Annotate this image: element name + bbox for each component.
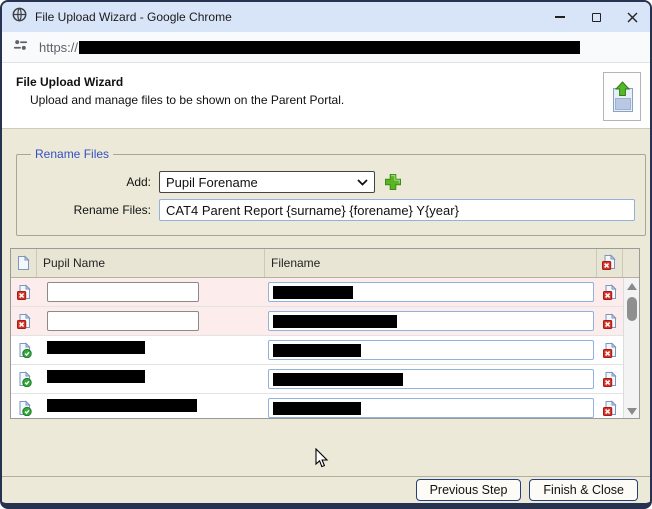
document-icon: [16, 255, 31, 271]
rename-files-legend: Rename Files: [31, 147, 113, 161]
url-protocol: https://: [39, 40, 78, 55]
pupil-name-redacted: [37, 341, 265, 359]
minimize-button[interactable]: [542, 2, 578, 32]
redaction-bar: [273, 373, 403, 386]
rename-files-label: Rename Files:: [27, 203, 159, 217]
remove-all-files-button[interactable]: [597, 249, 623, 277]
previous-step-button[interactable]: Previous Step: [416, 479, 522, 501]
plus-icon: [384, 173, 402, 191]
file-valid-icon: [11, 400, 37, 416]
title-bar: File Upload Wizard - Google Chrome: [2, 2, 650, 32]
pupil-name-redacted: [37, 370, 265, 388]
redaction-bar: [47, 341, 145, 354]
table-row: [11, 278, 639, 307]
address-bar[interactable]: https://: [2, 32, 650, 63]
url-redaction-bar: [79, 41, 580, 54]
scroll-down-arrow-icon[interactable]: [627, 408, 637, 415]
file-invalid-icon: [11, 284, 37, 300]
redaction-bar: [273, 286, 353, 299]
filename-cell: [265, 369, 597, 389]
remove-file-button[interactable]: [597, 313, 623, 329]
filename-input[interactable]: [268, 282, 594, 302]
filename-cell: [265, 340, 597, 360]
page-title: File Upload Wizard: [16, 75, 650, 89]
redaction-bar: [273, 344, 361, 357]
table-row: [11, 394, 639, 419]
finish-close-button[interactable]: Finish & Close: [529, 479, 638, 501]
browser-popup-window: File Upload Wizard - Google Chrome https…: [0, 0, 652, 509]
maximize-button[interactable]: [578, 2, 614, 32]
rename-files-panel: Rename Files Add: Pupil Forename Rename …: [16, 147, 646, 236]
add-token-select[interactable]: Pupil Forename: [159, 171, 375, 193]
add-label: Add:: [27, 175, 159, 189]
file-valid-icon: [11, 342, 37, 358]
pupil-name-input[interactable]: [47, 311, 199, 331]
files-table-body: [11, 278, 639, 419]
table-row: [11, 336, 639, 365]
files-table: Pupil Name Filename: [10, 248, 640, 419]
table-row: [11, 307, 639, 336]
filename-input[interactable]: [268, 398, 594, 418]
close-icon: [627, 12, 638, 23]
redaction-bar: [273, 315, 397, 328]
remove-file-button[interactable]: [597, 342, 623, 358]
pupil-name-column-header[interactable]: Pupil Name: [37, 249, 265, 277]
filename-cell: [265, 282, 597, 302]
page-subtitle: Upload and manage files to be shown on t…: [30, 93, 650, 107]
remove-all-icon: [602, 254, 617, 273]
redaction-bar: [273, 402, 361, 415]
site-controls-icon[interactable]: [12, 37, 29, 58]
rename-pattern-input[interactable]: [159, 199, 635, 221]
file-valid-icon: [11, 371, 37, 387]
wizard-header: File Upload Wizard Upload and manage fil…: [2, 63, 650, 129]
pupil-name-input[interactable]: [47, 282, 199, 302]
filename-input[interactable]: [268, 340, 594, 360]
filename-cell: [265, 311, 597, 331]
add-token-button[interactable]: [384, 173, 402, 191]
chevron-down-icon: [357, 179, 368, 186]
pupil-name-cell: [37, 311, 265, 331]
window-title: File Upload Wizard - Google Chrome: [35, 10, 542, 24]
filename-column-header[interactable]: Filename: [265, 249, 597, 277]
redaction-bar: [47, 399, 197, 412]
files-table-header: Pupil Name Filename: [11, 249, 639, 278]
table-row: [11, 365, 639, 394]
pupil-name-redacted: [37, 399, 265, 417]
remove-file-button[interactable]: [597, 284, 623, 300]
filename-cell: [265, 398, 597, 418]
scroll-up-arrow-icon[interactable]: [627, 283, 637, 290]
globe-icon: [12, 7, 27, 27]
upload-file-icon: [609, 81, 636, 113]
remove-file-button[interactable]: [597, 371, 623, 387]
add-token-selected-value: Pupil Forename: [166, 175, 357, 190]
header-scroll-spacer: [623, 249, 639, 277]
redaction-bar: [47, 370, 145, 383]
status-column-header: [11, 249, 37, 277]
filename-input[interactable]: [268, 311, 594, 331]
upload-file-button[interactable]: [603, 72, 641, 121]
wizard-footer: Previous Step Finish & Close: [2, 476, 650, 503]
wizard-body: Rename Files Add: Pupil Forename Rename …: [2, 129, 650, 476]
minimize-icon: [555, 16, 565, 18]
remove-file-button[interactable]: [597, 400, 623, 416]
filename-input[interactable]: [268, 369, 594, 389]
maximize-icon: [592, 13, 601, 22]
close-button[interactable]: [614, 2, 650, 32]
file-invalid-icon: [11, 313, 37, 329]
pupil-name-cell: [37, 282, 265, 302]
scrollbar-thumb[interactable]: [627, 297, 637, 321]
table-scrollbar[interactable]: [623, 278, 639, 419]
